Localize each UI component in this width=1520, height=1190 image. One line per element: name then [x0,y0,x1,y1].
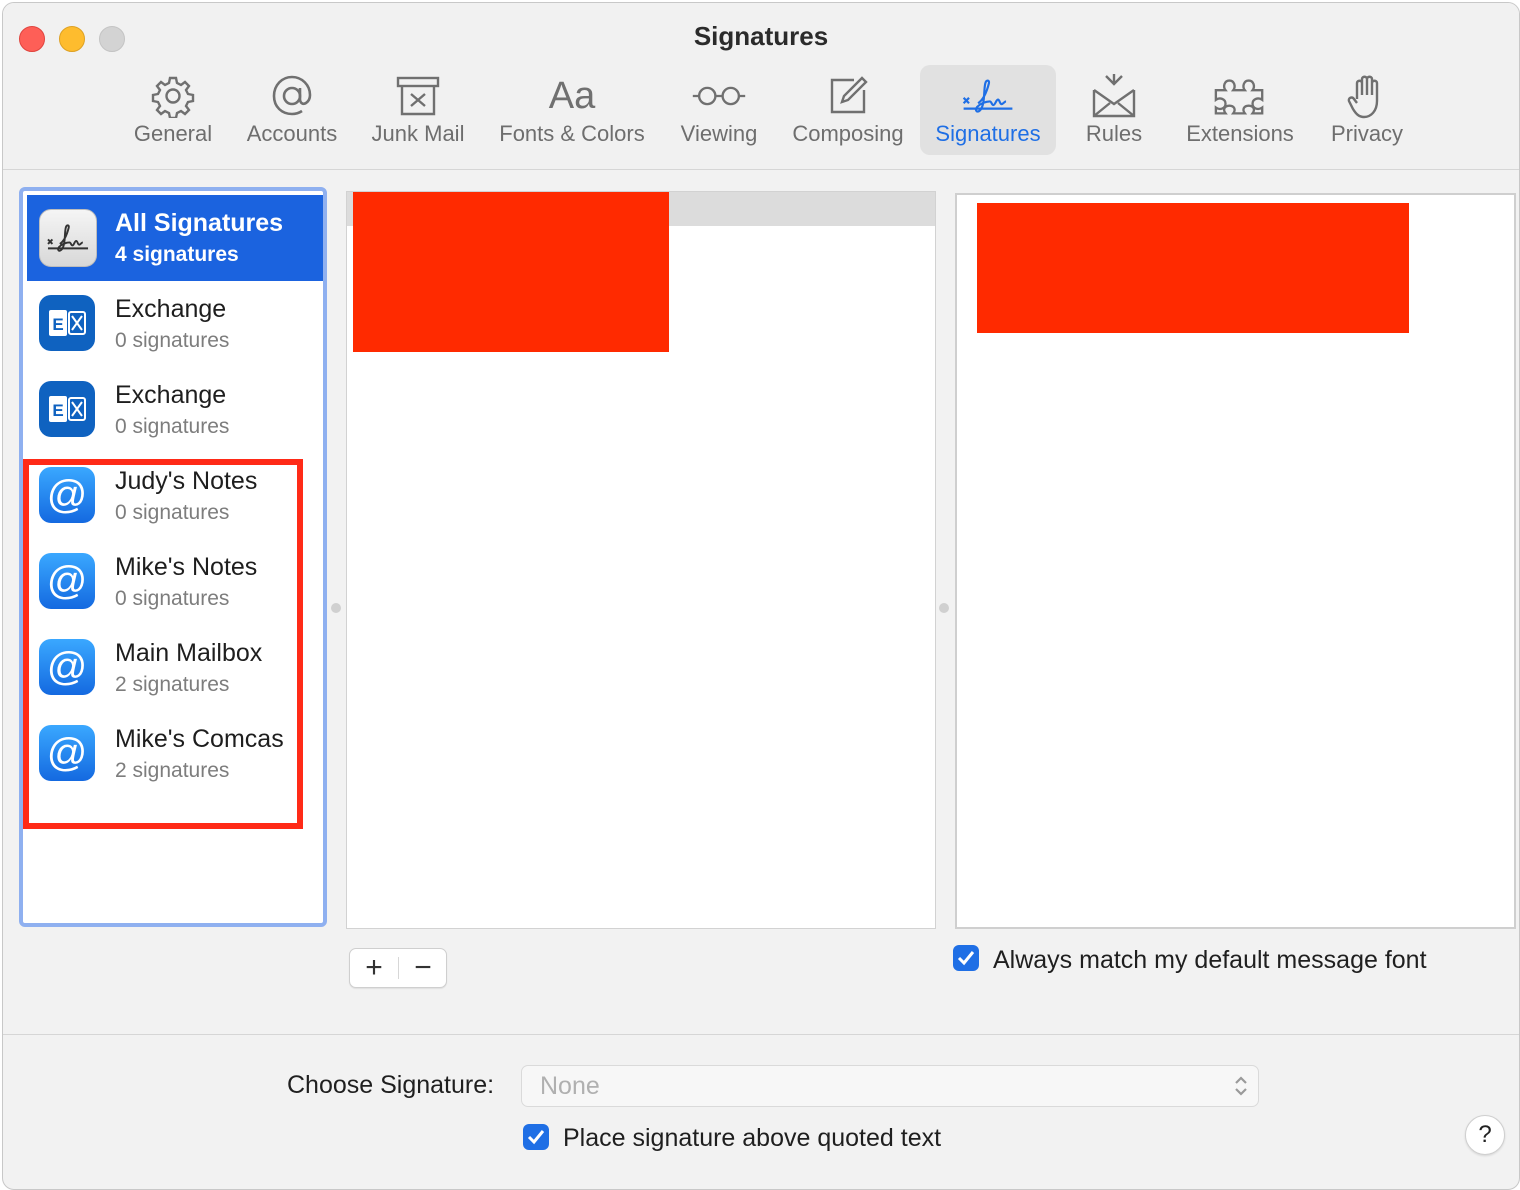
toolbar: Signatures General Accounts Junk Mail Aa… [3,3,1519,170]
account-name: Exchange [115,295,227,323]
window-title: Signatures [693,21,829,51]
signature-icon [960,73,1016,119]
account-row-exchange[interactable]: E Exchange 0 signatures [27,281,323,367]
at-icon [264,73,320,119]
checkmark-icon [527,1130,545,1145]
junk-mail-icon [390,73,446,119]
account-signature-count: 0 signatures [115,415,230,438]
account-signature-count: 0 signatures [115,587,230,610]
redacted-signature-name [353,192,669,352]
account-signature-count: 0 signatures [115,501,230,524]
account-row-exchange[interactable]: E Exchange 0 signatures [27,367,323,453]
match-font-label: Always match my default message font [993,946,1427,974]
tab-fonts-colors[interactable]: Aa Fonts & Colors [489,65,655,155]
choose-signature-value: None [540,1072,600,1100]
tab-label: Viewing [680,121,758,146]
account-signature-count: 2 signatures [115,759,230,782]
gear-icon [145,73,201,119]
tab-rules[interactable]: Rules [1077,65,1151,155]
tab-label: Junk Mail [371,121,465,146]
tab-label: Composing [792,121,904,146]
rules-icon [1086,73,1142,119]
at-mail-icon: @ [39,639,95,695]
tab-label: Privacy [1330,121,1404,146]
tab-privacy[interactable]: Privacy [1323,65,1411,155]
account-name: All Signatures [115,209,284,237]
tab-junk-mail[interactable]: Junk Mail [363,65,473,155]
puzzle-icon [1212,73,1268,119]
choose-signature-select[interactable]: None [521,1065,1259,1107]
tab-viewing[interactable]: Viewing [671,65,767,155]
account-signature-count: 2 signatures [115,673,230,696]
account-row-judys-notes[interactable]: @ Judy's Notes 0 signatures [27,453,323,539]
account-row-main-mailbox[interactable]: @ Main Mailbox 2 signatures [27,625,323,711]
tab-accounts[interactable]: Accounts [239,65,345,155]
tab-label: Extensions [1186,121,1294,146]
account-signature-count: 4 signatures [115,243,239,266]
svg-text:E: E [52,401,63,420]
redacted-signature-content [977,203,1409,333]
account-name: Judy's Notes [115,467,258,495]
split-divider-handle[interactable] [939,603,949,613]
match-font-checkbox[interactable] [953,945,979,971]
account-name: Main Mailbox [115,639,263,667]
account-signature-count: 0 signatures [115,329,230,352]
account-name: Exchange [115,381,227,409]
account-row-mikes-comcast[interactable]: @ Mike's Comcas 2 signatures [27,711,323,797]
account-name: Mike's Comcas [115,725,284,753]
footer-divider [3,1034,1519,1035]
signature-icon [39,209,97,267]
tab-label: Rules [1085,121,1143,146]
preferences-window: Signatures General Accounts Junk Mail Aa… [2,2,1520,1190]
checkmark-icon [957,951,975,966]
place-above-checkbox[interactable] [523,1124,549,1150]
exchange-icon: E [39,295,95,351]
add-signature-button[interactable]: + [350,949,398,987]
remove-signature-button[interactable]: − [399,949,447,987]
tab-label: General [133,121,213,146]
place-above-label: Place signature above quoted text [563,1124,942,1152]
glasses-icon [691,73,747,119]
signature-preview[interactable] [955,193,1516,929]
account-row-all-signatures[interactable]: All Signatures 4 signatures [27,195,323,281]
help-button[interactable]: ? [1465,1115,1505,1155]
at-mail-icon: @ [39,467,95,523]
tab-composing[interactable]: Composing [783,65,913,155]
tab-extensions[interactable]: Extensions [1177,65,1303,155]
account-row-mikes-notes[interactable]: @ Mike's Notes 0 signatures [27,539,323,625]
svg-text:E: E [52,315,63,334]
choose-signature-label: Choose Signature: [287,1071,495,1099]
add-remove-button-group: + − [349,948,447,988]
exchange-icon: E [39,381,95,437]
tab-general[interactable]: General [129,65,217,155]
at-mail-icon: @ [39,553,95,609]
account-list[interactable]: All Signatures 4 signatures E Exchange 0… [19,187,327,927]
at-mail-icon: @ [39,725,95,781]
account-name: Mike's Notes [115,553,258,581]
signature-list[interactable] [346,191,936,929]
tab-label: Signatures [935,121,1041,146]
tab-label: Fonts & Colors [499,121,645,146]
hand-icon [1339,73,1395,119]
fonts-icon: Aa [548,74,596,117]
tab-signatures[interactable]: Signatures [920,65,1056,155]
compose-icon [820,73,876,119]
tab-label: Accounts [246,121,338,146]
split-divider-handle[interactable] [331,603,341,613]
chevron-updown-icon [1234,1074,1248,1103]
